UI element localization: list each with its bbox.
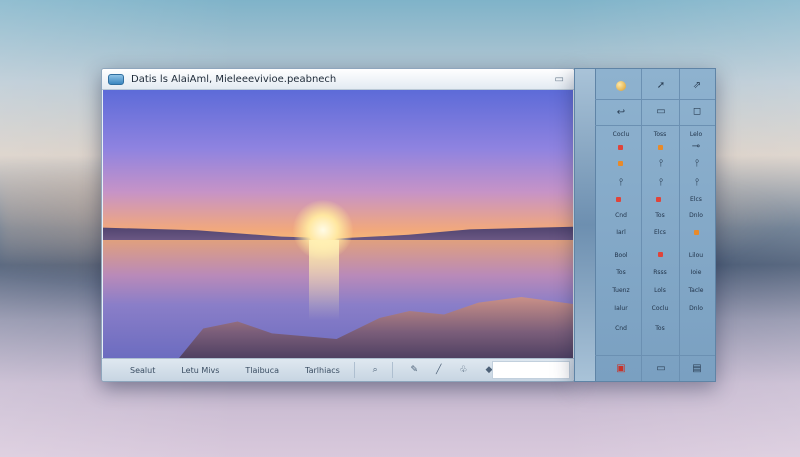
column-divider (679, 69, 680, 381)
panel-label[interactable]: Lols (649, 287, 671, 294)
search-tool-icon[interactable]: ⌕ (373, 365, 378, 375)
panel-label[interactable]: Coclu (649, 305, 671, 312)
row-divider (595, 99, 715, 100)
monitor-icon[interactable]: ▭ (651, 106, 671, 118)
status-divider (391, 362, 393, 378)
pointer-icon[interactable]: ➚ (651, 80, 671, 92)
panel-label[interactable]: Coclu (610, 131, 632, 138)
thermometer-icon: ⫯ (658, 177, 664, 188)
image-viewer-window: Datis ls AlaiAml, Mieleeevivioe.peabnech… (101, 68, 575, 382)
status-item-1[interactable]: Sealut (130, 366, 155, 375)
red-marker-icon (618, 145, 623, 150)
shape-tool-icon[interactable]: ◆ (485, 365, 492, 375)
status-item-3[interactable]: Tlaibuca (245, 366, 279, 375)
panel-label[interactable]: Tos (610, 269, 632, 276)
thermometer-icon: ⫯ (694, 177, 700, 188)
red-marker-icon (656, 197, 661, 202)
panel-label[interactable]: Dnlo (685, 212, 707, 219)
edit-tool-icon[interactable]: ✎ (410, 365, 418, 375)
panel-label[interactable]: Tos (649, 325, 671, 332)
panel-label[interactable]: Cnd (610, 212, 632, 219)
panel-label[interactable]: Lilou (685, 252, 707, 259)
panel-label[interactable]: Ioie (685, 269, 707, 276)
expand-icon[interactable]: ⇗ (687, 80, 707, 92)
side-tool-panel: ➚ ⇗ ↩ ▭ ◻ Coclu Toss Lelo ⊸ ⫯ ⫯ ⫯ ⫯ ⫯ El… (574, 68, 716, 382)
slider-icon[interactable]: ⊸ (686, 141, 706, 153)
orange-marker-icon (658, 145, 663, 150)
record-icon[interactable]: ▣ (611, 363, 631, 375)
row-divider (595, 355, 715, 356)
red-marker-icon (658, 252, 663, 257)
panel-label[interactable]: Tacle (685, 287, 707, 294)
text-icon[interactable]: ▤ (687, 363, 707, 375)
status-divider (353, 362, 355, 378)
panel-label[interactable]: Elcs (685, 196, 707, 203)
panel-label[interactable]: Bool (610, 252, 632, 259)
sunset-photo (103, 90, 573, 358)
status-input[interactable] (492, 361, 570, 379)
thermometer-icon: ⫯ (618, 177, 624, 188)
panel-label[interactable]: Ialur (610, 305, 632, 312)
panel-scrollbar[interactable] (575, 69, 596, 381)
window-title: Datis ls AlaiAml, Mieleeevivioe.peabnech (131, 73, 337, 85)
back-icon[interactable]: ↩ (611, 107, 631, 119)
orange-marker-icon (618, 161, 623, 166)
close-icon[interactable]: ▭ (555, 74, 564, 85)
column-divider (641, 69, 642, 381)
panel-label[interactable]: Iarl (610, 229, 632, 236)
thermometer-icon: ⫯ (694, 158, 700, 169)
panel-label[interactable]: Toss (649, 131, 671, 138)
panel-label[interactable]: Tuenz (610, 287, 632, 294)
panel-label[interactable]: Tos (649, 212, 671, 219)
coin-icon[interactable] (611, 81, 631, 95)
row-divider (595, 125, 715, 126)
app-icon (108, 73, 124, 85)
status-item-4[interactable]: Tarlhiacs (305, 366, 340, 375)
red-marker-icon (616, 197, 621, 202)
panel-label[interactable]: Rsss (649, 269, 671, 276)
panel-label[interactable]: Dnlo (685, 305, 707, 312)
clover-tool-icon[interactable]: ♧ (459, 365, 467, 375)
thermometer-icon: ⫯ (658, 158, 664, 169)
monitor-icon[interactable]: ▭ (651, 363, 671, 375)
status-item-2[interactable]: Letu Mivs (181, 366, 219, 375)
panel-label[interactable]: Elcs (649, 229, 671, 236)
sun-reflection (309, 240, 339, 320)
panel-label[interactable]: Lelo (685, 131, 707, 138)
orange-marker-icon (694, 230, 699, 235)
line-tool-icon[interactable]: ╱ (436, 365, 441, 375)
title-bar[interactable]: Datis ls AlaiAml, Mieleeevivioe.peabnech… (102, 69, 574, 90)
chat-icon[interactable]: ◻ (687, 106, 707, 118)
panel-label[interactable]: Cnd (610, 325, 632, 332)
status-bar: Sealut Letu Mivs Tlaibuca Tarlhiacs ⌕ ✎ … (102, 358, 574, 381)
